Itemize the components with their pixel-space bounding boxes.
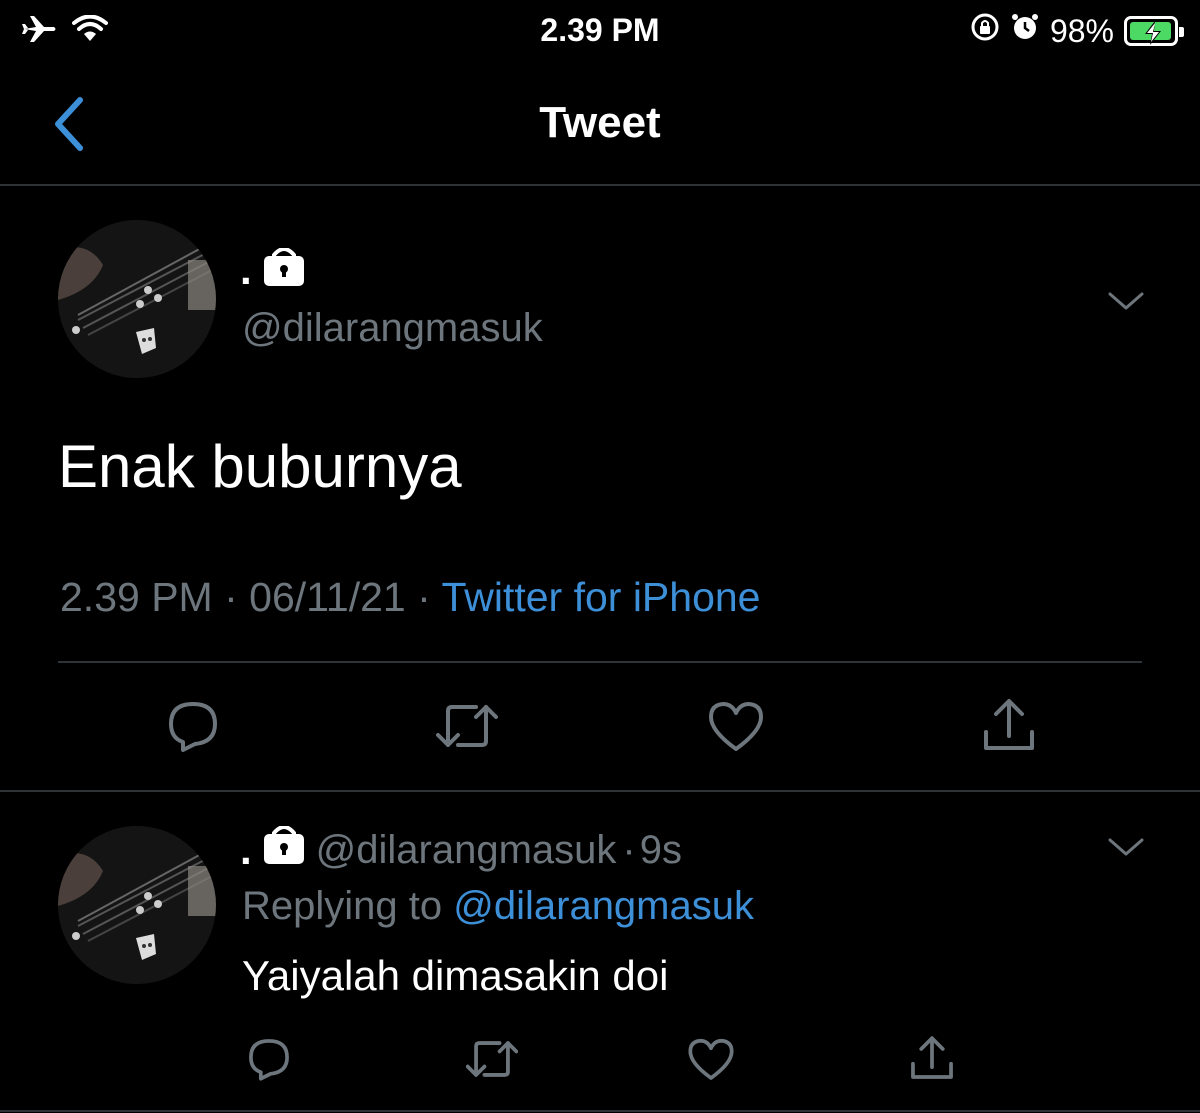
page-title: Tweet: [539, 98, 661, 147]
reply-options-button[interactable]: [1106, 832, 1146, 862]
replying-to: Replying to @dilarangmasuk: [242, 884, 754, 929]
author-handle[interactable]: @dilarangmasuk: [316, 828, 617, 873]
author-handle[interactable]: @dilarangmasuk: [242, 306, 543, 351]
avatar[interactable]: [58, 826, 216, 984]
like-icon: [688, 1038, 734, 1080]
author-name-row: .: [240, 247, 304, 291]
chevron-down-icon: [1108, 292, 1144, 310]
replying-prefix: Replying to: [242, 884, 443, 928]
battery-percent: 98%: [1049, 12, 1114, 49]
reply-text: Yaiyalah dimasakin doi: [242, 952, 669, 999]
reply-icon: [169, 702, 217, 752]
divider: [0, 1110, 1200, 1112]
replying-handle-link[interactable]: @dilarangmasuk: [453, 884, 754, 928]
retweet-icon: [436, 705, 498, 747]
reply-icon: [249, 1039, 289, 1081]
like-button[interactable]: [686, 1034, 736, 1084]
tweet-options-button[interactable]: [1106, 286, 1146, 316]
reply-button[interactable]: [162, 696, 224, 756]
lock-icon: [263, 825, 304, 874]
meta-separator: ·: [417, 574, 431, 620]
meta-separator: ·: [622, 827, 636, 872]
battery-cap: [1179, 27, 1184, 37]
tweet-date: 06/11/21: [249, 574, 406, 620]
status-right: 98%: [970, 12, 1184, 50]
share-button[interactable]: [978, 694, 1040, 756]
meta-separator: ·: [224, 574, 238, 620]
lock-icon: [263, 247, 304, 291]
section-divider: [0, 790, 1200, 792]
display-name[interactable]: .: [240, 248, 252, 291]
battery-icon: [1124, 16, 1184, 46]
tweet-meta: 2.39 PM · 06/11/21 · Twitter for iPhone: [60, 574, 760, 621]
like-icon: [709, 702, 763, 751]
reply-header: . @dilarangmasuk · 9s: [240, 825, 682, 874]
alarm-icon: [1010, 12, 1040, 50]
rotation-lock-icon: [970, 12, 1000, 50]
reply-age: 9s: [639, 827, 682, 872]
share-icon: [984, 699, 1034, 750]
tweet-source-link[interactable]: Twitter for iPhone: [441, 574, 760, 620]
tweet-time: 2.39 PM: [60, 574, 213, 620]
share-icon: [911, 1036, 953, 1079]
tweet-text: Enak buburnya: [58, 433, 462, 500]
retweet-button[interactable]: [434, 696, 500, 756]
divider: [58, 661, 1142, 663]
retweet-button[interactable]: [464, 1034, 520, 1084]
retweet-icon: [466, 1041, 518, 1077]
like-button[interactable]: [706, 696, 766, 756]
reply-button[interactable]: [244, 1034, 294, 1084]
status-bar: 2.39 PM 98%: [0, 0, 1200, 64]
avatar[interactable]: [58, 220, 216, 378]
chevron-down-icon: [1108, 838, 1144, 856]
nav-bar: Tweet: [0, 64, 1200, 186]
battery-level: [1130, 21, 1172, 45]
display-name[interactable]: .: [240, 829, 252, 871]
share-button[interactable]: [906, 1032, 958, 1084]
